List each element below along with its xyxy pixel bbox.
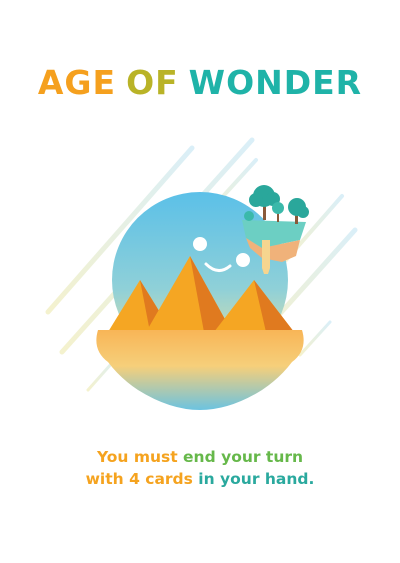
desert-ground: [96, 330, 304, 410]
game-card: AGE OF WONDER You must end your turn wit…: [0, 0, 400, 563]
rule-segment: with 4 cards: [85, 470, 193, 488]
title-word-age: AGE: [37, 63, 117, 102]
rule-line-2: with 4 cards in your hand.: [0, 468, 400, 490]
rule-segment: in your hand.: [192, 470, 315, 488]
rule-line-1: You must end your turn: [0, 446, 400, 468]
pyramids-illustration: [45, 137, 358, 410]
rule-segment: end your turn: [183, 448, 304, 466]
title-word-of: OF: [126, 63, 179, 102]
card-title: AGE OF WONDER: [0, 60, 400, 106]
rule-text: You must end your turn with 4 cards in y…: [0, 446, 400, 490]
title-word-wonder: WONDER: [188, 63, 363, 102]
rule-segment: You must: [96, 448, 184, 466]
